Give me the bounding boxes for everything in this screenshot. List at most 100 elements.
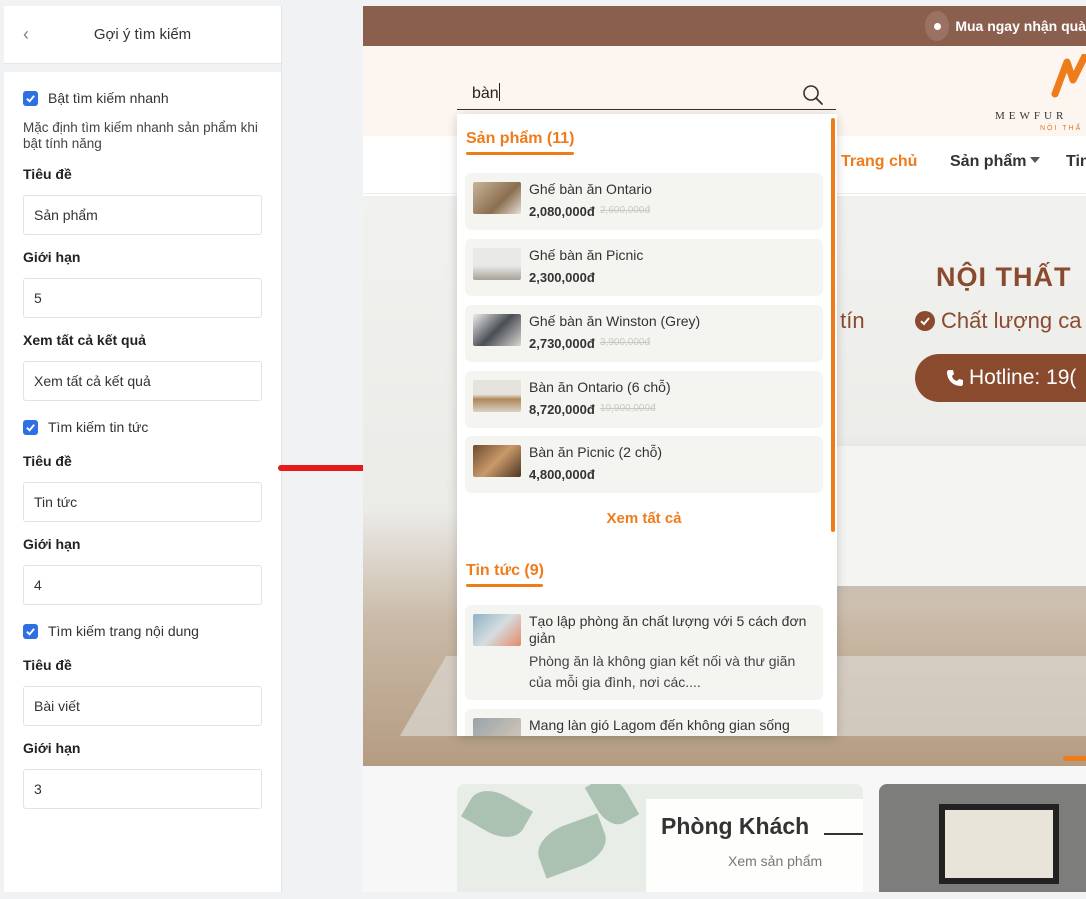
product-suggestion[interactable]: Bàn ăn Picnic (2 chỗ) 4,800,000đ bbox=[465, 436, 823, 493]
category-cards: Phòng Khách Xem sản phẩm bbox=[363, 766, 1086, 892]
news-title-label: Tiêu đề bbox=[23, 453, 72, 469]
page-limit-label: Giới hạn bbox=[23, 740, 81, 756]
divider bbox=[4, 64, 281, 72]
product-name: Ghế bàn ăn Ontario bbox=[529, 181, 652, 197]
nav-home[interactable]: Trang chủ bbox=[841, 153, 917, 171]
product-suggestion[interactable]: Bàn ăn Ontario (6 chỗ) 8,720,000đ 10,900… bbox=[465, 371, 823, 428]
news-excerpt: Phòng ăn là không gian kết nối và thư gi… bbox=[529, 653, 796, 690]
title-underline bbox=[824, 833, 863, 835]
search-box[interactable]: bàn bbox=[457, 80, 836, 110]
site-logo[interactable]: MEWFUR NỘI THẤ bbox=[995, 54, 1086, 134]
news-title-field[interactable]: Tin tức bbox=[23, 482, 262, 522]
checkbox-checked-icon[interactable] bbox=[23, 419, 38, 435]
product-name: Ghế bàn ăn Picnic bbox=[529, 247, 644, 263]
hotline-text: Hotline: 19( bbox=[969, 366, 1077, 389]
nav-products[interactable]: Sản phẩm bbox=[950, 153, 1041, 171]
news-search-toggle[interactable]: Tìm kiếm tin tức bbox=[23, 415, 262, 439]
category-label-box: Phòng Khách Xem sản phẩm bbox=[646, 799, 863, 892]
product-old-price: 3,900,000đ bbox=[600, 337, 651, 348]
product-price: 2,080,000đ bbox=[529, 204, 595, 219]
leaf-decoration bbox=[531, 813, 613, 879]
product-limit-field[interactable]: 5 bbox=[23, 278, 262, 318]
news-thumbnail bbox=[473, 718, 521, 736]
heading-underline bbox=[466, 152, 574, 155]
news-suggestion[interactable]: Mang làn gió Lagom đến không gian sống bbox=[465, 709, 823, 736]
news-limit-field[interactable]: 4 bbox=[23, 565, 262, 605]
logo-mark-icon bbox=[1051, 54, 1086, 98]
news-search-label: Tìm kiếm tin tức bbox=[48, 419, 149, 435]
logo-text: MEWFUR bbox=[995, 110, 1068, 122]
view-all-label: Xem tất cả kết quả bbox=[23, 332, 146, 348]
news-title: Tạo lập phòng ăn chất lượng với 5 cách đ… bbox=[529, 613, 807, 646]
category-card-bedroom[interactable] bbox=[879, 784, 1086, 892]
page-limit-field[interactable]: 3 bbox=[23, 769, 262, 809]
bullet-icon bbox=[925, 11, 950, 41]
checkbox-checked-icon[interactable] bbox=[23, 90, 38, 106]
heading-underline bbox=[466, 584, 543, 587]
search-input[interactable]: bàn bbox=[472, 80, 500, 108]
screen: ‹ Gợi ý tìm kiếm Bật tìm kiếm nhanh Mặc … bbox=[0, 0, 1086, 899]
product-thumbnail bbox=[473, 182, 521, 214]
search-query: bàn bbox=[472, 85, 499, 102]
page-title-field[interactable]: Bài viết bbox=[23, 686, 262, 726]
dropdown-scrollbar[interactable] bbox=[831, 118, 835, 532]
nav-products-label: Sản phẩm bbox=[950, 153, 1027, 170]
check-circle-icon bbox=[915, 311, 935, 331]
promo-bar: Mua ngay nhận quà bbox=[363, 6, 1086, 46]
hero-quality-text: Chất lượng ca bbox=[941, 308, 1082, 333]
news-heading: Tin tức (9) bbox=[466, 562, 544, 579]
checkbox-checked-icon[interactable] bbox=[23, 623, 38, 639]
quick-search-toggle[interactable]: Bật tìm kiếm nhanh bbox=[23, 86, 262, 110]
leaf-decoration bbox=[461, 784, 533, 847]
product-thumbnail bbox=[473, 248, 521, 280]
product-suggestion[interactable]: Ghế bàn ăn Picnic 2,300,000đ bbox=[465, 239, 823, 296]
product-thumbnail bbox=[473, 445, 521, 477]
hotline-button[interactable]: Hotline: 19( bbox=[915, 354, 1086, 402]
settings-panel: ‹ Gợi ý tìm kiếm Bật tìm kiếm nhanh Mặc … bbox=[4, 6, 282, 892]
category-title: Phòng Khách bbox=[661, 813, 810, 839]
settings-form: Bật tìm kiếm nhanh Mặc định tìm kiếm nha… bbox=[4, 86, 281, 809]
back-chevron-icon[interactable]: ‹ bbox=[16, 24, 36, 44]
search-icon[interactable] bbox=[802, 84, 824, 106]
products-heading: Sản phẩm (11) bbox=[466, 130, 575, 147]
product-name: Ghế bàn ăn Winston (Grey) bbox=[529, 313, 701, 329]
panel-title: Gợi ý tìm kiếm bbox=[93, 26, 192, 43]
see-all-link[interactable]: Xem tất cả bbox=[457, 510, 831, 527]
product-title-field[interactable]: Sản phẩm bbox=[23, 195, 262, 235]
category-card-living-room[interactable]: Phòng Khách Xem sản phẩm bbox=[457, 784, 863, 892]
product-price: 4,800,000đ bbox=[529, 467, 595, 482]
product-name: Bàn ăn Ontario (6 chỗ) bbox=[529, 379, 671, 395]
product-price: 8,720,000đ bbox=[529, 402, 595, 417]
panel-header: ‹ Gợi ý tìm kiếm bbox=[4, 6, 281, 64]
text-caret bbox=[498, 83, 500, 101]
promo-text[interactable]: Mua ngay nhận quà bbox=[955, 18, 1086, 34]
product-thumbnail bbox=[473, 314, 521, 346]
news-thumbnail bbox=[473, 614, 521, 646]
news-limit-label: Giới hạn bbox=[23, 536, 81, 552]
product-price: 2,730,000đ bbox=[529, 336, 595, 351]
product-title-label: Tiêu đề bbox=[23, 166, 72, 182]
slider-indicator[interactable] bbox=[1063, 756, 1086, 761]
logo-subtext: NỘI THẤ bbox=[1040, 125, 1083, 132]
view-all-field[interactable]: Xem tất cả kết quả bbox=[23, 361, 262, 401]
quick-search-label: Bật tìm kiếm nhanh bbox=[48, 90, 169, 106]
hero-title: NỘI THẤT bbox=[936, 262, 1072, 292]
product-name: Bàn ăn Picnic (2 chỗ) bbox=[529, 444, 663, 460]
product-price: 2,300,000đ bbox=[529, 270, 595, 285]
quick-search-note: Mặc định tìm kiếm nhanh sản phẩm khi bật… bbox=[23, 120, 258, 151]
page-search-toggle[interactable]: Tìm kiếm trang nội dung bbox=[23, 619, 262, 643]
page-title-label: Tiêu đề bbox=[23, 657, 72, 673]
page-search-label: Tìm kiếm trang nội dung bbox=[48, 623, 199, 639]
view-products-link[interactable]: Xem sản phẩm bbox=[728, 853, 822, 869]
product-old-price: 2,600,000đ bbox=[600, 205, 651, 216]
nav-news[interactable]: Tin bbox=[1066, 153, 1086, 171]
news-title: Mang làn gió Lagom đến không gian sống bbox=[529, 717, 790, 733]
site-preview: Mua ngay nhận quà bàn MEWFUR NỘI THẤ Tra… bbox=[363, 6, 1086, 892]
product-thumbnail bbox=[473, 380, 521, 412]
product-old-price: 10,900,000đ bbox=[600, 403, 656, 414]
product-suggestion[interactable]: Ghế bàn ăn Winston (Grey) 2,730,000đ 3,9… bbox=[465, 305, 823, 362]
news-suggestion[interactable]: Tạo lập phòng ăn chất lượng với 5 cách đ… bbox=[465, 605, 823, 700]
product-suggestion[interactable]: Ghế bàn ăn Ontario 2,080,000đ 2,600,000đ bbox=[465, 173, 823, 230]
hero-quality: Chất lượng ca bbox=[915, 308, 1081, 334]
phone-icon bbox=[947, 370, 963, 386]
